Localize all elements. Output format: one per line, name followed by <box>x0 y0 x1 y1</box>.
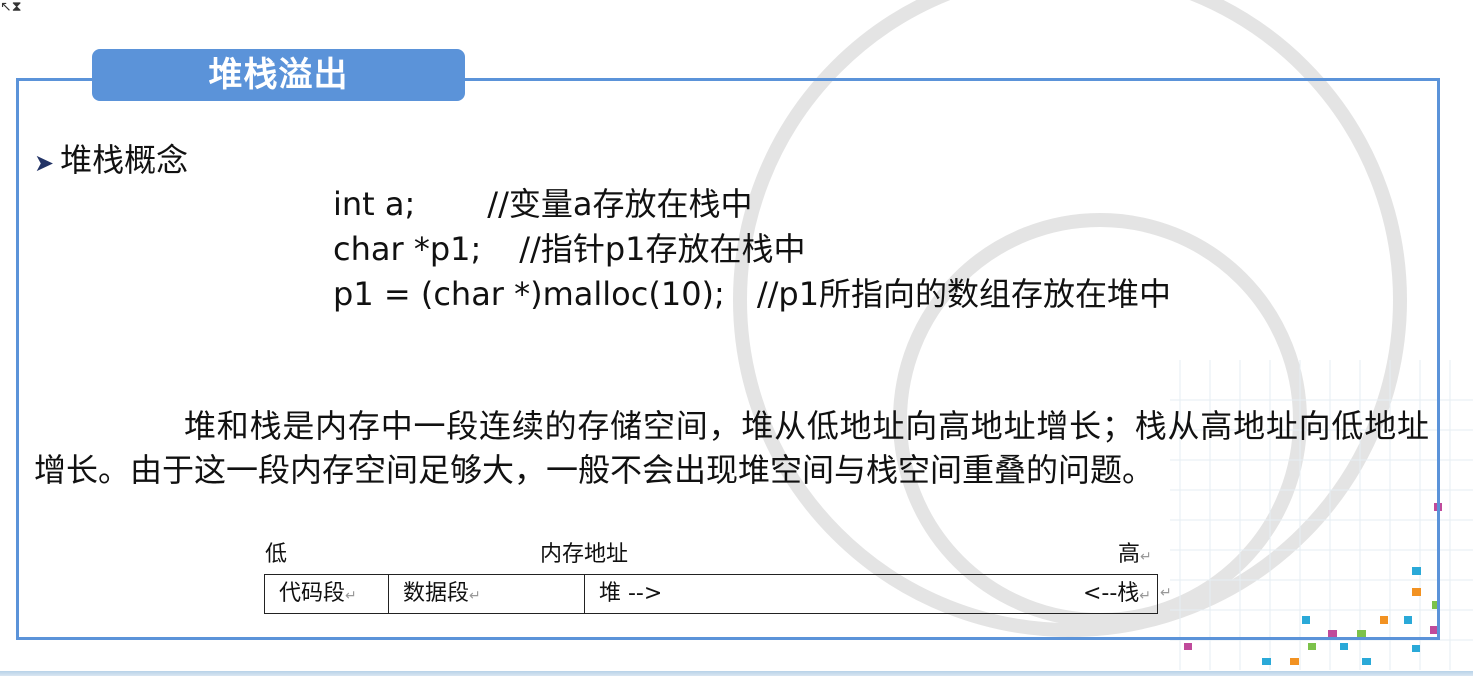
memory-high-label: 高↵ <box>1118 542 1152 567</box>
stack-label: <--栈↵ <box>1082 581 1151 606</box>
data-segment-cell: 数据段↵ <box>388 575 584 613</box>
memory-layout-diagram: 代码段↵ 数据段↵ 堆 --> <--栈↵ <box>264 574 1158 614</box>
code-line: char *p1; //指针p1存放在栈中 <box>333 229 806 269</box>
memory-address-label: 内存地址 <box>540 542 629 567</box>
code-comment: //指针p1存放在栈中 <box>519 230 806 268</box>
explanation-paragraph: 堆和栈是内存中一段连续的存储空间，堆从低地址向高地址增长；栈从高地址向低地址增长… <box>34 407 1429 489</box>
heap-stack-cell: 堆 --> <--栈↵ <box>584 575 1157 613</box>
code-statement: char *p1; <box>333 230 482 268</box>
code-segment-cell: 代码段↵ <box>279 581 357 606</box>
paragraph-mark-icon: ↵ <box>1160 585 1172 601</box>
content-frame <box>16 78 1440 640</box>
slide-title: 堆栈溢出 <box>92 49 465 101</box>
code-comment: //p1所指向的数组存放在堆中 <box>756 275 1172 313</box>
code-comment: //变量a存放在栈中 <box>487 185 753 223</box>
code-line: int a; //变量a存放在栈中 <box>333 184 752 224</box>
heap-label: 堆 --> <box>599 581 663 606</box>
code-line: p1 = (char *)malloc(10); //p1所指向的数组存放在堆中 <box>333 274 1171 314</box>
bullet-heading: ➤ 堆栈概念 <box>34 140 188 183</box>
arrow-right-icon: ➤ <box>34 149 55 177</box>
memory-low-label: 低 <box>265 542 288 567</box>
code-statement: int a; <box>333 185 416 223</box>
bottom-rule <box>0 671 1473 676</box>
bullet-text: 堆栈概念 <box>60 141 189 179</box>
code-statement: p1 = (char *)malloc(10); <box>333 275 725 313</box>
